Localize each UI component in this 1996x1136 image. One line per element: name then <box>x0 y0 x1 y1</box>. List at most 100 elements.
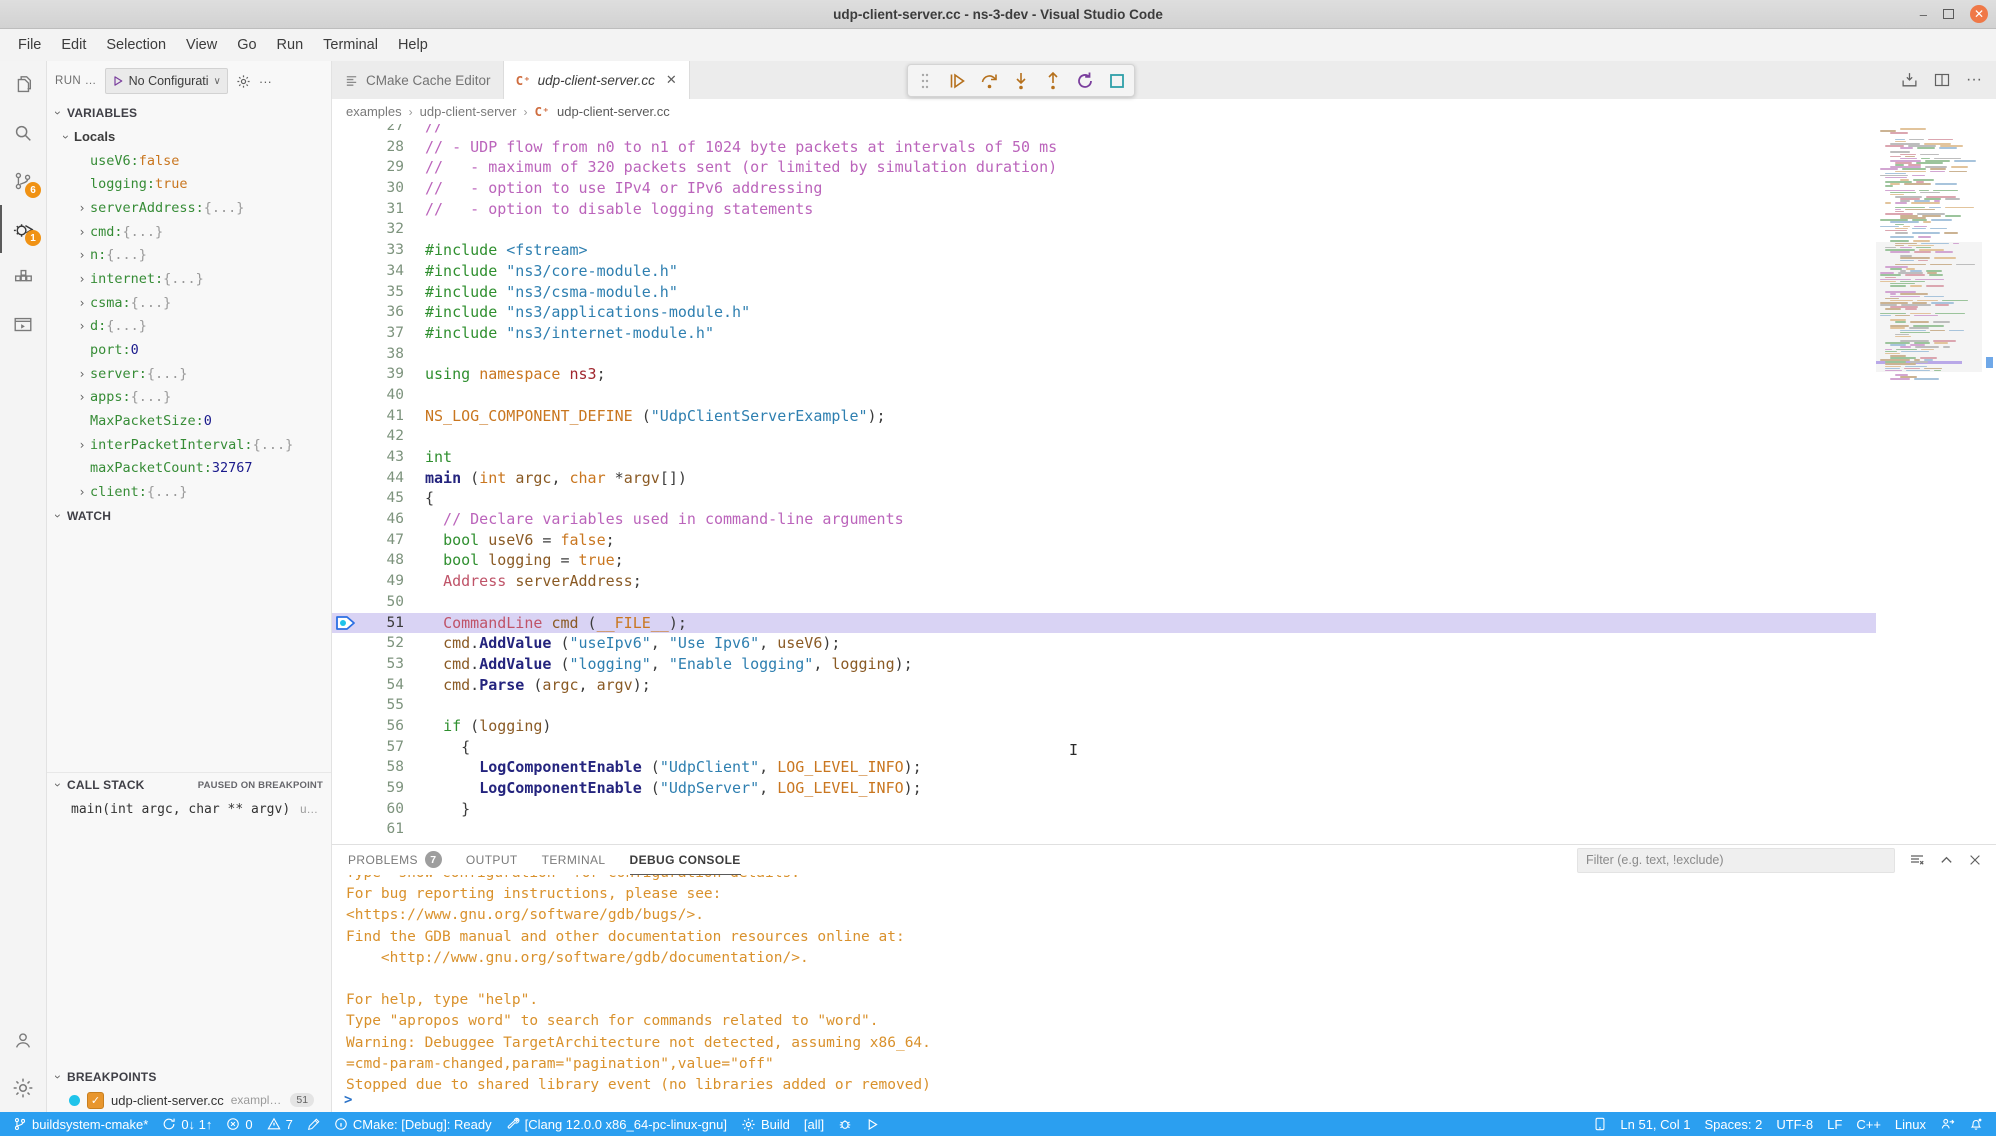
code-line-35[interactable]: 35#include "ns3/csma-module.h" <box>332 282 1876 303</box>
more-actions-icon[interactable]: ··· <box>259 74 272 89</box>
gutter-glyph-margin[interactable] <box>332 468 358 489</box>
breadcrumb-item[interactable]: udp-client-server <box>420 104 517 119</box>
breakpoint-row[interactable]: ✓udp-client-server.ccexampl…51 <box>47 1088 331 1112</box>
activity-explorer[interactable] <box>0 61 46 109</box>
activity-source-control[interactable]: 6 <box>0 157 46 205</box>
chevron-right-icon[interactable]: › <box>77 319 87 333</box>
variable-row[interactable]: ›cmd: {...} <box>47 220 331 244</box>
chevron-right-icon[interactable]: › <box>77 272 87 286</box>
status-spaces-2[interactable]: Spaces: 2 <box>1698 1117 1770 1132</box>
status-7[interactable]: 7 <box>260 1112 300 1136</box>
maximize-button[interactable] <box>1943 9 1954 19</box>
activity-run-and-debug[interactable]: 1 <box>0 205 46 253</box>
menu-edit[interactable]: Edit <box>51 33 96 57</box>
chevron-right-icon[interactable]: › <box>77 367 87 381</box>
chevron-right-icon[interactable]: › <box>77 438 87 452</box>
step-out-button[interactable] <box>1042 70 1064 92</box>
minimize-button[interactable]: – <box>1920 8 1927 21</box>
gear-icon[interactable] <box>236 74 251 89</box>
gutter-glyph-margin[interactable] <box>332 406 358 427</box>
gutter-glyph-margin[interactable] <box>332 757 358 778</box>
gutter-glyph-margin[interactable] <box>332 716 358 737</box>
gutter-glyph-margin[interactable] <box>332 219 358 240</box>
code-line-36[interactable]: 36#include "ns3/applications-module.h" <box>332 302 1876 323</box>
code-line-53[interactable]: 53 cmd.AddValue ("logging", "Enable logg… <box>332 654 1876 675</box>
menu-selection[interactable]: Selection <box>96 33 176 57</box>
breakpoint-checkbox[interactable]: ✓ <box>87 1092 104 1109</box>
chevron-right-icon[interactable]: › <box>77 390 87 404</box>
code-line-49[interactable]: 49 Address serverAddress; <box>332 571 1876 592</box>
variable-row[interactable]: ›server: {...} <box>47 362 331 386</box>
status-0[interactable]: 0 <box>219 1112 259 1136</box>
gutter-glyph-margin[interactable] <box>332 550 358 571</box>
chevron-right-icon[interactable]: › <box>77 296 87 310</box>
gutter-glyph-margin[interactable] <box>332 282 358 303</box>
call-stack-section-header[interactable]: › CALL STACK PAUSED ON BREAKPOINT <box>47 772 331 797</box>
code-line-27[interactable]: 27// <box>332 124 1876 137</box>
close-panel-icon[interactable] <box>1968 853 1982 867</box>
tab-cmake-cache-editor[interactable]: CMake Cache Editor <box>332 61 504 99</box>
gutter-glyph-margin[interactable] <box>332 344 358 365</box>
more-actions-icon[interactable]: ··· <box>1966 71 1982 89</box>
panel-tab-output[interactable]: OUTPUT <box>466 845 518 875</box>
code-line-33[interactable]: 33#include <fstream> <box>332 240 1876 261</box>
console-filter-input[interactable] <box>1577 848 1895 873</box>
status-pencil-icon[interactable] <box>300 1112 327 1136</box>
status-0-1[interactable]: 0↓ 1↑ <box>155 1112 219 1136</box>
code-line-55[interactable]: 55 <box>332 695 1876 716</box>
status-device-icon[interactable] <box>1587 1117 1613 1131</box>
watch-section-header[interactable]: › WATCH <box>47 504 331 528</box>
status-c++[interactable]: C++ <box>1849 1117 1888 1132</box>
gutter-glyph-margin[interactable] <box>332 592 358 613</box>
code-line-42[interactable]: 42 <box>332 426 1876 447</box>
maximize-panel-icon[interactable] <box>1939 853 1954 868</box>
gutter-glyph-margin[interactable] <box>332 509 358 530</box>
code-line-52[interactable]: 52 cmd.AddValue ("useIpv6", "Use Ipv6", … <box>332 633 1876 654</box>
status-ln-51-col-1[interactable]: Ln 51, Col 1 <box>1613 1117 1697 1132</box>
gutter-glyph-margin[interactable] <box>332 240 358 261</box>
variable-row[interactable]: port: 0 <box>47 338 331 362</box>
gutter-glyph-margin[interactable] <box>332 530 358 551</box>
gutter-glyph-margin[interactable] <box>332 261 358 282</box>
status-lf[interactable]: LF <box>1820 1117 1849 1132</box>
gutter-glyph-margin[interactable] <box>332 613 358 634</box>
variable-row[interactable]: maxPacketCount: 32767 <box>47 457 331 481</box>
gutter-glyph-margin[interactable] <box>332 778 358 799</box>
gutter-glyph-margin[interactable] <box>332 633 358 654</box>
code-line-58[interactable]: 58 LogComponentEnable ("UdpClient", LOG_… <box>332 757 1876 778</box>
variable-row[interactable]: ›serverAddress: {...} <box>47 196 331 220</box>
variables-section-header[interactable]: › VARIABLES <box>47 101 331 125</box>
menu-file[interactable]: File <box>8 33 51 57</box>
code-line-45[interactable]: 45{ <box>332 488 1876 509</box>
code-line-41[interactable]: 41NS_LOG_COMPONENT_DEFINE ("UdpClientSer… <box>332 406 1876 427</box>
breakpoints-section-header[interactable]: › BREAKPOINTS <box>47 1066 331 1088</box>
variable-row[interactable]: ›interPacketInterval: {...} <box>47 433 331 457</box>
code-line-50[interactable]: 50 <box>332 592 1876 613</box>
code-line-44[interactable]: 44main (int argc, char *argv[]) <box>332 468 1876 489</box>
code-line-57[interactable]: 57 { <box>332 737 1876 758</box>
variable-row[interactable]: ›n: {...} <box>47 243 331 267</box>
status-all[interactable]: [all] <box>797 1112 831 1136</box>
status-build[interactable]: Build <box>734 1112 797 1136</box>
menu-run[interactable]: Run <box>267 33 314 57</box>
gutter-glyph-margin[interactable] <box>332 302 358 323</box>
status-bell-icon[interactable] <box>1962 1117 1990 1131</box>
restart-button[interactable] <box>1074 70 1096 92</box>
variable-row[interactable]: ›d: {...} <box>47 315 331 339</box>
code-line-32[interactable]: 32 <box>332 219 1876 240</box>
debug-configuration-select[interactable]: No Configurati ∨ <box>105 68 228 94</box>
activity-accounts[interactable] <box>0 1016 46 1064</box>
minimap[interactable] <box>1876 124 1996 844</box>
debug-console[interactable]: Type "show configuration" for configurat… <box>332 875 1996 1112</box>
code-line-37[interactable]: 37#include "ns3/internet-module.h" <box>332 323 1876 344</box>
gutter-glyph-margin[interactable] <box>332 364 358 385</box>
code-line-29[interactable]: 29// - maximum of 320 packets sent (or l… <box>332 157 1876 178</box>
gutter-glyph-margin[interactable] <box>332 157 358 178</box>
code-line-43[interactable]: 43int <box>332 447 1876 468</box>
status-feedback-icon[interactable] <box>1933 1117 1962 1131</box>
stack-frame[interactable]: main(int argc, char ** argv)u… <box>47 797 331 822</box>
tab-udp-client-server-cc[interactable]: C⁺udp-client-server.cc✕ <box>504 61 690 99</box>
code-line-34[interactable]: 34#include "ns3/core-module.h" <box>332 261 1876 282</box>
panel-tab-terminal[interactable]: TERMINAL <box>542 845 606 875</box>
code-line-51[interactable]: 51 CommandLine cmd (__FILE__); <box>332 613 1876 634</box>
